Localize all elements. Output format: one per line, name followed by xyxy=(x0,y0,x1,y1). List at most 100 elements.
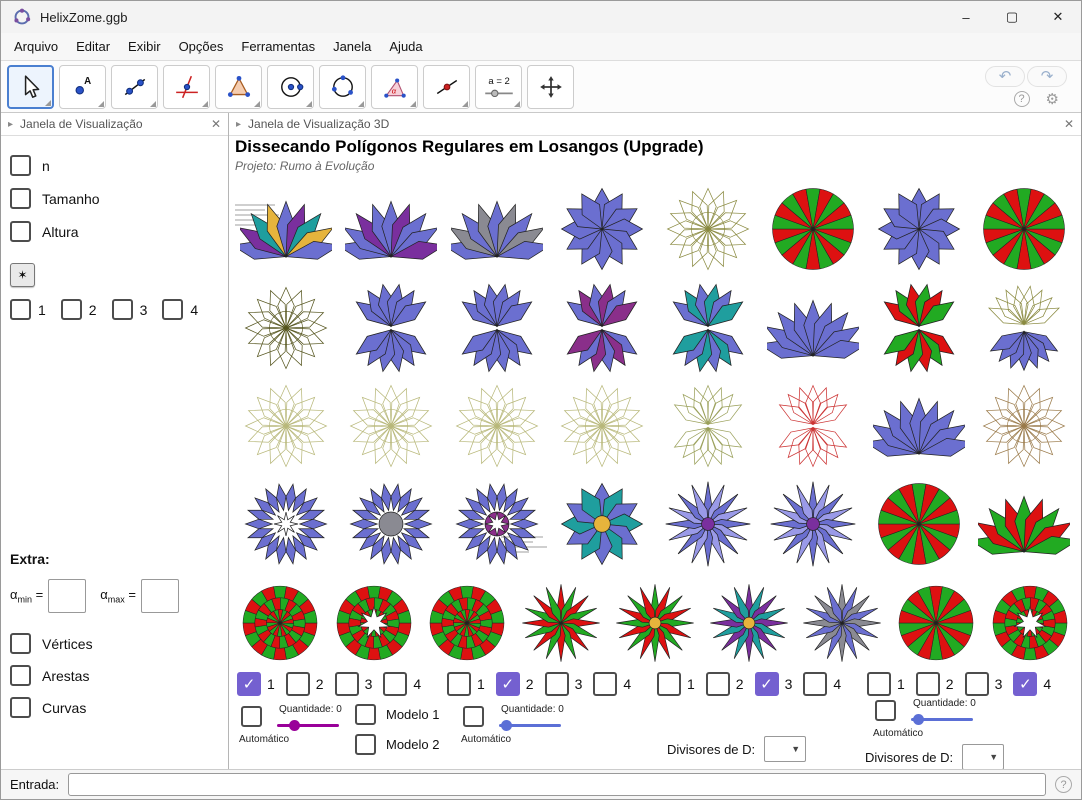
collapse-arrow-icon[interactable]: ▸ xyxy=(8,119,13,130)
svg-text:A: A xyxy=(84,75,91,86)
tool-dropdown-arrow-icon[interactable] xyxy=(254,101,260,107)
automatico-checkbox-1[interactable] xyxy=(241,706,262,727)
input-help-icon[interactable]: ? xyxy=(1055,776,1072,793)
star-button[interactable]: ✶ xyxy=(10,263,35,287)
view-checkbox-3-4[interactable] xyxy=(803,672,827,696)
tool-slider-button[interactable]: a = 2 xyxy=(475,65,522,109)
close-button[interactable]: ✕ xyxy=(1035,1,1081,33)
view-checkbox-2-4[interactable] xyxy=(593,672,617,696)
graphics-3d-view[interactable]: Dissecando Polígonos Regulares em Losang… xyxy=(229,136,1081,769)
tamanho-checkbox[interactable] xyxy=(10,188,31,209)
divisores-dropdown-1[interactable]: ▼ xyxy=(764,736,806,762)
tool-dropdown-arrow-icon[interactable] xyxy=(150,101,156,107)
entrada-input[interactable] xyxy=(68,773,1046,796)
n-checkbox[interactable] xyxy=(10,155,31,176)
automatico-checkbox-2[interactable] xyxy=(463,706,484,727)
figure-conedome xyxy=(978,282,1070,374)
view-checkbox-2-1[interactable] xyxy=(447,672,471,696)
view-checkbox-4-3[interactable] xyxy=(965,672,989,696)
menu-item-exibir[interactable]: Exibir xyxy=(119,35,170,58)
tool-dropdown-arrow-icon[interactable] xyxy=(358,101,364,107)
tool-line-button[interactable] xyxy=(111,65,158,109)
vertices-checkbox[interactable] xyxy=(10,633,31,654)
tool-dropdown-arrow-icon[interactable] xyxy=(410,101,416,107)
help-button[interactable]: ? xyxy=(1014,91,1030,107)
collapse-arrow-icon[interactable]: ▸ xyxy=(236,119,241,130)
tool-dropdown-arrow-icon[interactable] xyxy=(98,101,104,107)
left-panel-body: n Tamanho Altura ✶ 1 2 3 4 Extra: xyxy=(1,136,228,769)
view-checkbox-3-2[interactable] xyxy=(706,672,730,696)
tool-angle-button[interactable]: α xyxy=(371,65,418,109)
arestas-checkbox[interactable] xyxy=(10,665,31,686)
view-checkbox-2-3[interactable] xyxy=(545,672,569,696)
tool-polygon-button[interactable] xyxy=(215,65,262,109)
view-checkbox-2-2[interactable]: ✓ xyxy=(496,672,520,696)
menu-item-janela[interactable]: Janela xyxy=(324,35,380,58)
view-checkbox-1-1[interactable]: ✓ xyxy=(237,672,261,696)
slider-knob[interactable] xyxy=(501,720,512,731)
figure-spiral xyxy=(238,581,322,665)
menu-item-opcoes[interactable]: Opções xyxy=(170,35,233,58)
tool-point-button[interactable]: A xyxy=(59,65,106,109)
checkbox-number-label: 2 xyxy=(316,676,324,692)
quantidade-slider-1[interactable] xyxy=(277,724,339,727)
view-checkbox-1-2[interactable] xyxy=(286,672,310,696)
view-checkbox-3-3[interactable]: ✓ xyxy=(755,672,779,696)
slider-knob[interactable] xyxy=(289,720,300,731)
checkbox-2[interactable] xyxy=(61,299,82,320)
tool-dropdown-arrow-icon[interactable] xyxy=(202,101,208,107)
figure-wireflower xyxy=(345,380,437,472)
tool-circle-button[interactable] xyxy=(267,65,314,109)
figure-wirehour xyxy=(767,380,859,472)
settings-gear-button[interactable]: ⚙ xyxy=(1046,90,1059,108)
menu-item-ferramentas[interactable]: Ferramentas xyxy=(232,35,324,58)
curvas-checkbox[interactable] xyxy=(10,697,31,718)
automatico-checkbox-3[interactable] xyxy=(875,700,896,721)
checkbox-1[interactable] xyxy=(10,299,31,320)
minimize-button[interactable]: – xyxy=(943,1,989,33)
modelo-1-checkbox[interactable] xyxy=(355,704,376,725)
checkbox-number-label: 2 xyxy=(526,676,534,692)
redo-button[interactable]: ↷ xyxy=(1027,66,1067,87)
checkbox-number-label: 2 xyxy=(946,676,954,692)
view-3d-close-icon[interactable]: ✕ xyxy=(1064,117,1074,131)
menubar: Arquivo Editar Exibir Opções Ferramentas… xyxy=(1,33,1081,61)
modelo-2-checkbox[interactable] xyxy=(355,734,376,755)
view-checkbox-4-2[interactable] xyxy=(916,672,940,696)
checkbox-4[interactable] xyxy=(162,299,183,320)
quantidade-slider-2[interactable] xyxy=(499,724,561,727)
construction-title: Dissecando Polígonos Regulares em Losang… xyxy=(235,137,704,157)
tool-dropdown-arrow-icon[interactable] xyxy=(462,101,468,107)
tool-move-button[interactable] xyxy=(7,65,54,109)
view-checkbox-3-1[interactable] xyxy=(657,672,681,696)
left-panel-close-icon[interactable]: ✕ xyxy=(211,117,221,131)
menu-item-editar[interactable]: Editar xyxy=(67,35,119,58)
slider-knob[interactable] xyxy=(913,714,924,725)
alpha-min-input[interactable] xyxy=(48,579,86,613)
maximize-button[interactable]: ▢ xyxy=(989,1,1035,33)
tool-dropdown-arrow-icon[interactable] xyxy=(45,100,51,106)
figure-hourglass xyxy=(873,282,965,374)
quantidade-slider-3[interactable] xyxy=(911,718,973,721)
tool-dropdown-arrow-icon[interactable] xyxy=(306,101,312,107)
undo-button[interactable]: ↶ xyxy=(985,66,1025,87)
altura-checkbox[interactable] xyxy=(10,221,31,242)
view-checkbox-1-4[interactable] xyxy=(383,672,407,696)
tool-move-view-button[interactable] xyxy=(527,65,574,109)
divisores-dropdown-2[interactable]: ▼ xyxy=(962,744,1004,769)
checkbox-3[interactable] xyxy=(112,299,133,320)
view-checkbox-4-1[interactable] xyxy=(867,672,891,696)
tool-dropdown-arrow-icon[interactable] xyxy=(514,101,520,107)
tool-conic-button[interactable] xyxy=(319,65,366,109)
view-checkbox-1-3[interactable] xyxy=(335,672,359,696)
toolbar-right-cluster: ↶ ↷ ? ⚙ xyxy=(985,66,1075,108)
tool-perpendicular-button[interactable] xyxy=(163,65,210,109)
menu-item-ajuda[interactable]: Ajuda xyxy=(380,35,431,58)
checkbox-number-label: 4 xyxy=(413,676,421,692)
checkbox-group-4: 123✓4 xyxy=(867,672,1077,696)
alpha-max-input[interactable] xyxy=(141,579,179,613)
tool-reflect-button[interactable] xyxy=(423,65,470,109)
circle-icon xyxy=(278,74,304,100)
view-checkbox-4-4[interactable]: ✓ xyxy=(1013,672,1037,696)
menu-item-arquivo[interactable]: Arquivo xyxy=(5,35,67,58)
